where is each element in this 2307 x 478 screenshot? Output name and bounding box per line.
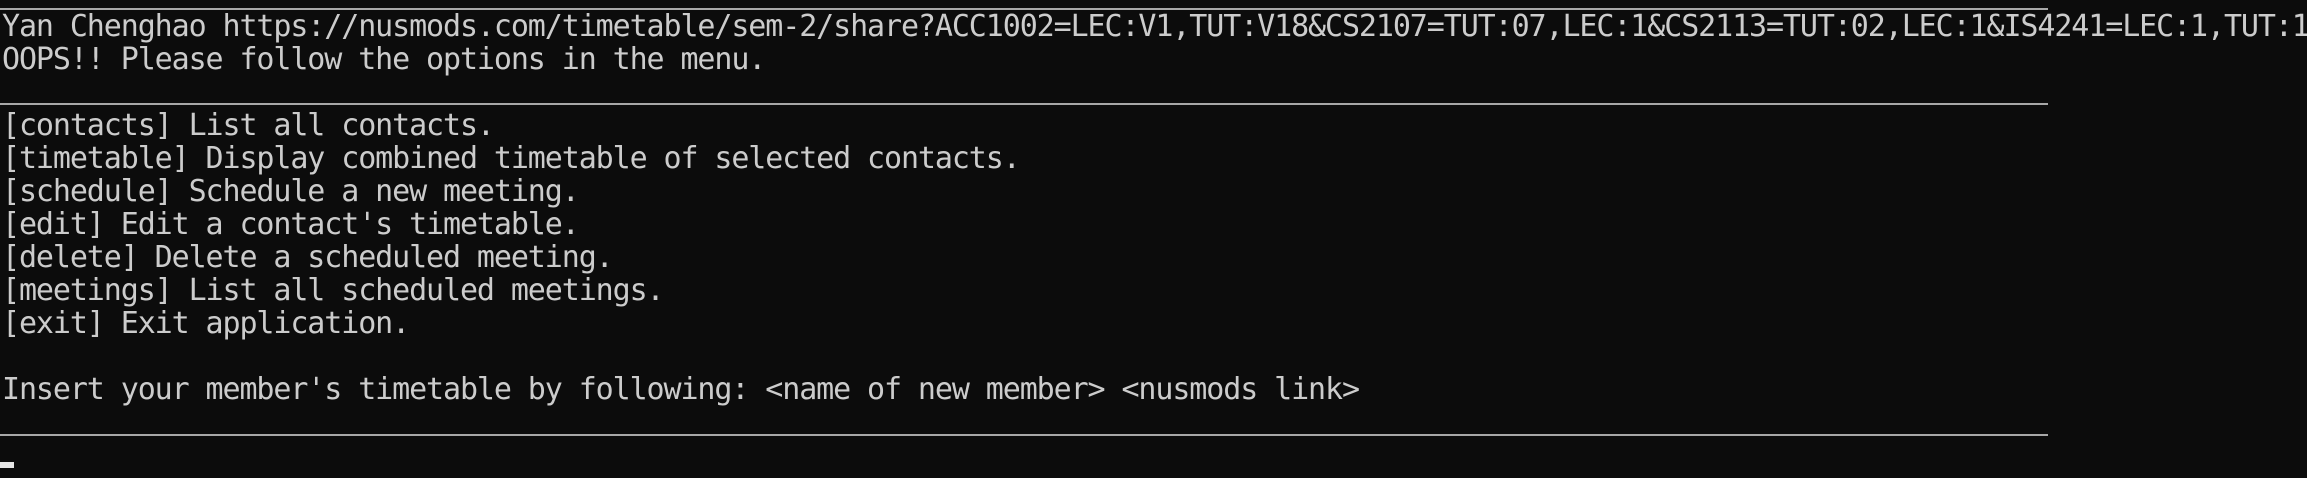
text-cursor[interactable] <box>0 462 14 468</box>
menu-item-schedule: [schedule] Schedule a new meeting. <box>2 174 580 209</box>
menu-item-delete: [delete] Delete a scheduled meeting. <box>2 240 614 275</box>
menu-item-timetable: [timetable] Display combined timetable o… <box>2 141 1021 176</box>
input-prompt: Insert your member's timetable by follow… <box>2 372 1360 407</box>
menu-item-edit: [edit] Edit a contact's timetable. <box>2 207 580 242</box>
error-message: OOPS!! Please follow the options in the … <box>2 42 766 77</box>
menu-item-exit: [exit] Exit application. <box>2 306 410 341</box>
menu-item-contacts: [contacts] List all contacts. <box>2 108 495 143</box>
bottom-divider <box>0 434 2048 436</box>
menu-top-divider <box>0 103 2048 105</box>
terminal-window[interactable]: Yan Chenghao https://nusmods.com/timetab… <box>0 0 2307 478</box>
input-echo-line: Yan Chenghao https://nusmods.com/timetab… <box>2 9 2307 44</box>
menu-item-meetings: [meetings] List all scheduled meetings. <box>2 273 665 308</box>
